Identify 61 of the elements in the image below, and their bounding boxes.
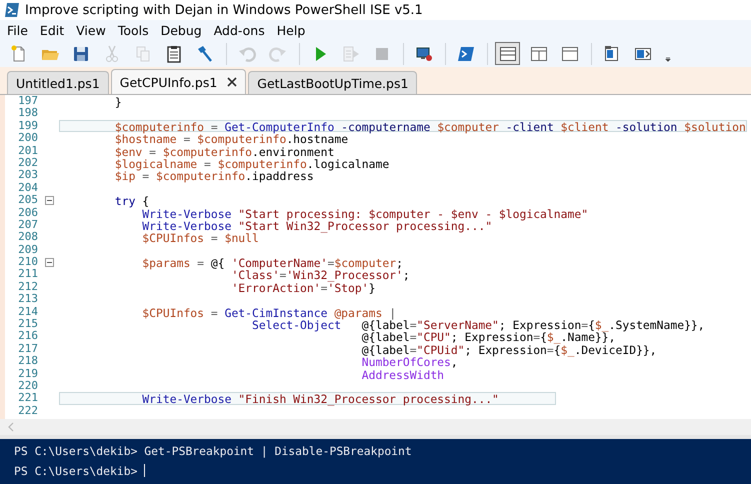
tab[interactable]: Untitled1.ps1 [7,71,109,94]
console-pane[interactable]: PS C:\Users\dekib> Get-PSBreakpoint | Disable-PSBreakpoint PS C:\Users\dekib> [0,439,751,484]
line-number: 222 [17,404,38,418]
line-number: 204 [17,182,38,194]
code-line: @{label="CPUid"; Expression={$_.DeviceID}}, [360,342,658,356]
line-number: 212 [17,280,38,294]
code-line: $hostname = $computerinfo.hostname [114,132,348,145]
menu-item[interactable]: Add-ons [208,22,272,38]
code-line: $ip = $computerinfo.ipaddress [114,169,314,182]
code-line: try { [114,194,150,207]
line-number: 220 [17,380,38,392]
line-number: 211 [17,268,38,281]
scrollbar[interactable] [0,419,751,439]
line-number: 205 [17,194,38,207]
line-number: 216 [17,330,38,343]
line-number: 198 [17,107,38,120]
code-line: $env = $computerinfo.environment [114,144,336,157]
menu-item[interactable]: Debug [156,22,209,38]
line-number: 203 [17,169,38,182]
line-number: 214 [17,306,38,318]
line-number: 215 [17,318,38,330]
code-line: 'ErrorAction'='Stop'} [230,280,376,294]
menu-item[interactable]: Help [272,22,312,38]
code-line: $CPUInfos = $null [141,231,260,244]
line-number: 199 [17,120,38,132]
close-icon[interactable] [227,77,238,87]
tab[interactable]: GetLastBootUpTime.ps1 [248,71,418,94]
code-line: $params = @{ 'ComputerName'=$computer; [141,256,404,268]
line-number: 201 [17,144,38,157]
code-line: $CPUInfos = Get-CimInstance @params | [141,306,398,318]
line-number: 218 [17,355,38,368]
window-title: Improve scripting with Dejan in Windows PowerShell ISE v5.1 [25,2,423,18]
code-line: Select-Object @{label="ServerName"; Expression={$_.SystemName}}, [251,318,706,330]
line-number: 208 [17,231,38,244]
line-number: 210 [17,256,38,268]
tab[interactable]: GetCPUInfo.ps1 [110,69,246,94]
line-number: 197 [17,95,38,108]
code-line: AddressWidth [360,368,446,380]
line-number: 209 [17,244,38,256]
line-number: 213 [17,293,38,306]
line-number: 207 [17,218,38,232]
code-line: 'Class'='Win32_Processor'; [230,268,411,281]
code-line: Write-Verbose "Start processing: $computer - $env - $logicalname" [141,206,590,219]
line-number: 221 [17,392,38,405]
console-line: PS C:\Users\dekib> [14,464,138,478]
menu-item[interactable]: View [71,22,113,38]
menu-item[interactable]: Edit [34,22,72,38]
line-number: 217 [17,342,38,356]
collapse-icon[interactable] [44,258,54,267]
line-number: 202 [17,156,38,170]
menu-item[interactable]: Tools [112,22,156,38]
menu-item[interactable]: File [2,22,35,38]
code-line: $logicalname = $computerinfo.logicalname [114,156,390,170]
code-line: } [114,95,123,108]
line-number: 219 [17,368,38,380]
console-line: PS C:\Users\dekib> Get-PSBreakpoint | Disable-PSBreakpoint [14,444,412,458]
collapse-icon[interactable] [44,196,54,205]
pane-top-icon[interactable] [495,42,520,65]
code-line: NumberOfCores, [360,355,459,368]
line-number: 200 [17,132,38,145]
line-number: 206 [17,206,38,219]
